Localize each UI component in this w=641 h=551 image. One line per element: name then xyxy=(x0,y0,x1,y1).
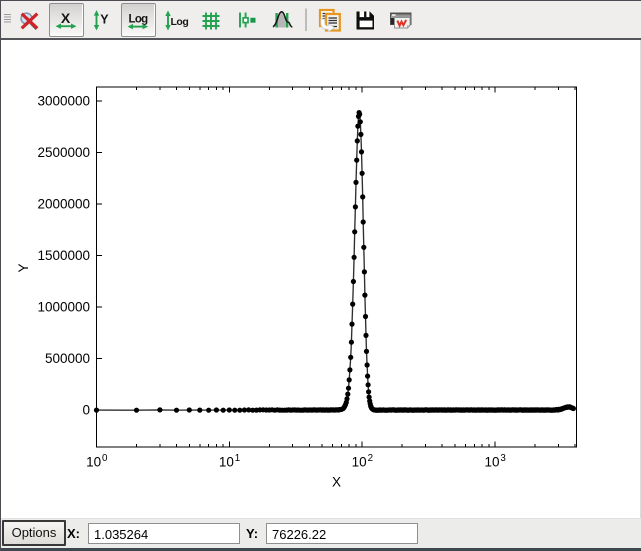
svg-text:Log: Log xyxy=(129,14,149,26)
svg-text:Y: Y xyxy=(16,263,31,272)
svg-text:1000000: 1000000 xyxy=(37,300,90,315)
svg-text:0: 0 xyxy=(102,453,108,464)
svg-text:Y: Y xyxy=(100,13,109,27)
svg-text:X: X xyxy=(61,10,71,26)
svg-text:10: 10 xyxy=(352,455,367,470)
svg-text:10: 10 xyxy=(86,455,101,470)
svg-text:X: X xyxy=(332,475,341,490)
svg-text:2000000: 2000000 xyxy=(37,197,90,212)
svg-text:1: 1 xyxy=(235,453,240,464)
svg-text:2: 2 xyxy=(368,453,373,464)
svg-text:10: 10 xyxy=(484,455,499,470)
svg-text:Log: Log xyxy=(171,16,189,28)
svg-text:1500000: 1500000 xyxy=(37,248,90,263)
svg-text:10: 10 xyxy=(219,455,234,470)
svg-text:3: 3 xyxy=(500,453,506,464)
svg-text:3000000: 3000000 xyxy=(37,94,90,109)
svg-text:2500000: 2500000 xyxy=(37,145,90,160)
svg-text:500000: 500000 xyxy=(45,351,90,366)
svg-text:0: 0 xyxy=(82,403,90,418)
